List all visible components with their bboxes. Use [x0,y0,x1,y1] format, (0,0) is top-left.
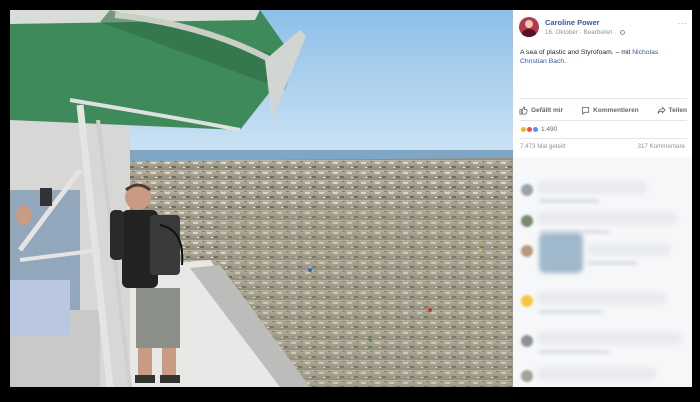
author-avatar[interactable] [519,17,539,37]
comment-bubble [537,212,677,225]
comment-avatar [521,370,533,382]
divider [519,120,687,121]
like-button[interactable]: Gefällt mir [519,103,563,117]
comments-count[interactable]: 317 Kommentare [638,143,685,150]
comment-meta [587,261,637,265]
comment-avatar [521,184,533,196]
post-header: Caroline Power 16. Oktober · Bearbeitet … [519,17,687,47]
comment-bubble [537,181,647,194]
boat-plastic-sea-image [10,10,513,387]
like-reaction-icon [532,125,539,133]
like-icon [519,105,528,115]
comment-bubble [537,332,682,345]
post-meta: 16. Oktober · Bearbeitet · [545,29,625,36]
comment-bubble [537,367,657,380]
comment-avatar [521,215,533,227]
share-button[interactable]: Teilen [657,103,687,117]
share-label: Teilen [668,106,687,114]
shares-link[interactable]: 7.473 Mal geteilt [520,143,565,150]
post-photo[interactable] [10,10,513,387]
comments-area-blurred [513,157,692,387]
post-text-main: A sea of plastic and Styrofoam. – mit [520,49,633,56]
comment-label: Kommentieren [593,106,639,114]
like-label: Gefällt mir [531,106,564,114]
action-bar: Gefällt mir Kommentieren Teilen [519,103,687,117]
comment-bubble [537,292,667,305]
comment-button[interactable]: Kommentieren [581,103,639,117]
comment-bubble [587,243,671,256]
globe-icon [619,29,625,35]
comment-avatar [521,245,533,257]
comment-meta [539,350,609,354]
divider [519,98,687,99]
comment-avatar [521,335,533,347]
comment-avatar [521,295,533,307]
post-date[interactable]: 16. Oktober [545,29,578,36]
post-sidebar: Caroline Power 16. Oktober · Bearbeitet … [513,10,692,387]
comment-icon [582,106,590,115]
post-text: A sea of plastic and Styrofoam. – mit Ni… [520,48,685,66]
author-name[interactable]: Caroline Power [545,18,600,27]
screenshot-frame: Caroline Power 16. Oktober · Bearbeitet … [0,0,700,402]
edited-label[interactable]: Bearbeitet [584,29,613,36]
shares-count[interactable]: 7.473 Mal geteilt [520,143,565,150]
reaction-count: 1.490 [541,125,558,133]
reactions-summary[interactable]: 1.490 [520,124,557,134]
more-icon[interactable]: ··· [678,19,688,28]
comment-image [539,233,583,273]
share-icon [657,105,666,114]
comment-meta [539,310,603,314]
comment-meta [539,199,599,203]
meta-separator: · [613,29,618,36]
post-text-end: . [564,58,567,65]
divider [519,138,687,139]
